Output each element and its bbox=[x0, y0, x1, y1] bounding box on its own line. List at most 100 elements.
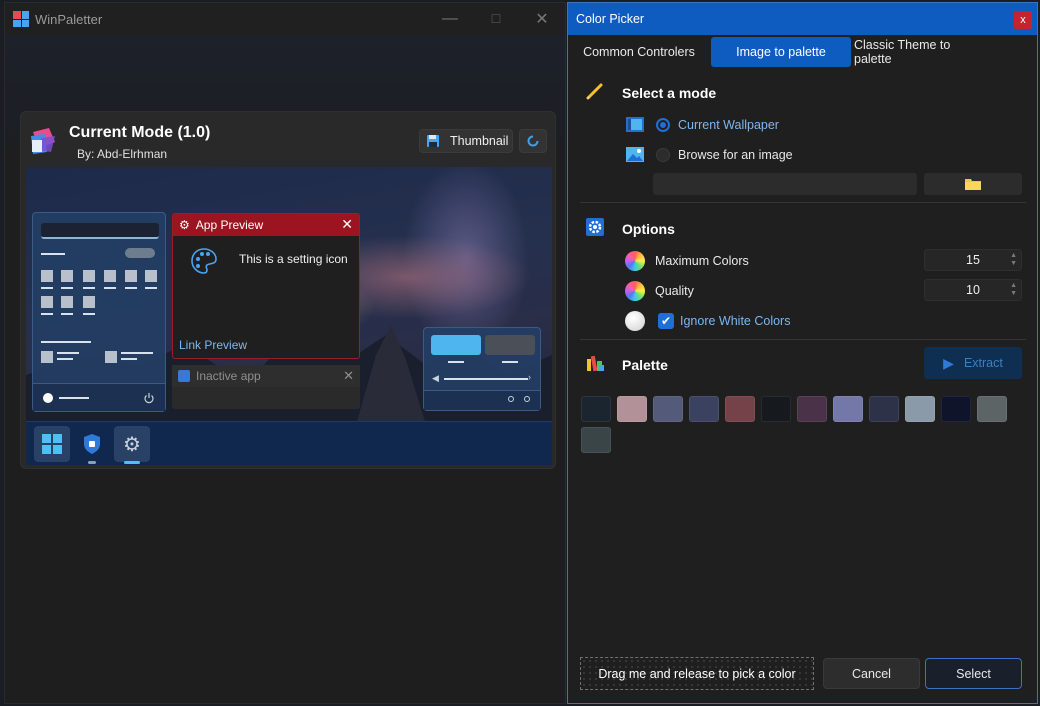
extract-label: Extract bbox=[963, 356, 1003, 370]
palette-swatch[interactable] bbox=[617, 396, 647, 422]
browse-folder-button[interactable] bbox=[924, 173, 1022, 195]
palette-swatch[interactable] bbox=[797, 396, 827, 422]
theme-header: Current Mode (1.0) By: Abd-Elrhman Thumb… bbox=[21, 112, 555, 166]
max-colors-label: Maximum Colors bbox=[655, 254, 749, 268]
start-pinned-line bbox=[41, 253, 65, 255]
quality-stepper[interactable]: 10 ▲ ▼ bbox=[924, 279, 1022, 301]
theme-title: Current Mode (1.0) bbox=[69, 124, 211, 141]
quick-toggle-label bbox=[502, 361, 518, 363]
app-preview-title: App Preview bbox=[195, 218, 264, 232]
palette-swatch[interactable] bbox=[653, 396, 683, 422]
main-window: WinPaletter — ☐ ✕ Current Mode (1.0) By:… bbox=[4, 2, 566, 704]
thumbnail-button[interactable]: Thumbnail bbox=[419, 129, 513, 153]
ignore-white-label: Ignore White Colors bbox=[680, 314, 791, 328]
link-preview: Link Preview bbox=[179, 338, 248, 352]
palette-swatch[interactable] bbox=[869, 396, 899, 422]
palette-swatch[interactable] bbox=[689, 396, 719, 422]
pencil-icon bbox=[586, 83, 603, 100]
image-path-input[interactable] bbox=[653, 173, 917, 195]
radio-browse-image-label: Browse for an image bbox=[678, 148, 793, 162]
cancel-button[interactable]: Cancel bbox=[823, 658, 920, 689]
thumbnail-label: Thumbnail bbox=[450, 134, 509, 148]
ignore-white-checkbox[interactable]: ✔ Ignore White Colors bbox=[658, 313, 790, 329]
start-tile-label bbox=[41, 313, 53, 315]
checkmark-icon[interactable]: ✔ bbox=[658, 313, 674, 329]
user-avatar bbox=[43, 393, 53, 403]
theme-logo-icon bbox=[31, 128, 55, 154]
palette-swatch[interactable] bbox=[977, 396, 1007, 422]
palette-swatch[interactable] bbox=[833, 396, 863, 422]
refresh-icon bbox=[527, 135, 539, 147]
start-tile-label bbox=[61, 313, 73, 315]
options-gear-icon bbox=[586, 218, 604, 236]
tab-classic-theme-to-palette[interactable]: Classic Theme to palette bbox=[854, 37, 986, 67]
app-preview-close-icon: ✕ bbox=[341, 216, 353, 232]
palette-swatch[interactable] bbox=[581, 396, 611, 422]
quick-footer bbox=[424, 390, 540, 410]
start-all-apps-pill bbox=[125, 248, 155, 258]
radio-browse-image[interactable]: Browse for an image bbox=[656, 148, 793, 162]
select-mode-heading: Select a mode bbox=[622, 85, 717, 101]
color-picker-title: Color Picker bbox=[576, 12, 645, 26]
color-drag-picker[interactable]: Drag me and release to pick a color bbox=[580, 657, 814, 690]
app-window-icon bbox=[178, 370, 190, 382]
palette-swatch[interactable] bbox=[905, 396, 935, 422]
radio-current-wallpaper[interactable]: Current Wallpaper bbox=[656, 118, 779, 132]
minimize-button[interactable]: — bbox=[427, 3, 473, 35]
start-menu-preview bbox=[32, 212, 166, 412]
defender-taskbar-icon bbox=[74, 426, 110, 464]
palette-swatch[interactable] bbox=[761, 396, 791, 422]
palette-swatch[interactable] bbox=[725, 396, 755, 422]
quick-toggle-active bbox=[431, 335, 481, 355]
start-tile-label bbox=[145, 287, 157, 289]
start-tile bbox=[104, 270, 116, 282]
start-tile-label bbox=[125, 287, 137, 289]
start-tile bbox=[41, 296, 53, 308]
radio-current-wallpaper-dot[interactable] bbox=[656, 118, 670, 132]
max-colors-value: 15 bbox=[966, 253, 980, 267]
max-colors-stepper[interactable]: 15 ▲ ▼ bbox=[924, 249, 1022, 271]
section-divider bbox=[580, 339, 1026, 340]
tab-common-controlers[interactable]: Common Controlers bbox=[574, 37, 704, 67]
gear-icon: ⚙ bbox=[123, 433, 141, 456]
app-preview-window: ⚙ App Preview ✕ This is a setting icon L… bbox=[172, 213, 360, 359]
tab-image-to-palette[interactable]: Image to palette bbox=[711, 37, 851, 67]
app-preview-titlebar: ⚙ App Preview ✕ bbox=[173, 214, 359, 236]
image-icon bbox=[626, 147, 644, 162]
settings-dot-icon bbox=[524, 396, 530, 402]
start-tile-label bbox=[104, 287, 116, 289]
radio-browse-image-dot[interactable] bbox=[656, 148, 670, 162]
winpaletter-app-icon bbox=[13, 11, 29, 27]
taskbar-preview: ⚙ bbox=[26, 421, 552, 465]
chevron-right-icon: › bbox=[528, 372, 531, 382]
palette-swatch[interactable] bbox=[941, 396, 971, 422]
stepper-arrows-icon[interactable]: ▲ ▼ bbox=[1010, 252, 1017, 268]
section-divider bbox=[580, 202, 1026, 203]
start-recent-item bbox=[105, 351, 117, 363]
start-recent-label bbox=[121, 352, 153, 354]
play-icon: ▶ bbox=[943, 354, 954, 371]
inactive-app-close-icon: ✕ bbox=[343, 368, 354, 383]
quick-settings-preview: ◀ › bbox=[423, 327, 541, 411]
color-picker-close-button[interactable]: x bbox=[1014, 11, 1032, 29]
refresh-button[interactable] bbox=[519, 129, 547, 153]
taskbar-active-indicator bbox=[124, 461, 140, 464]
inactive-app-title: Inactive app bbox=[196, 369, 261, 383]
taskbar-running-indicator bbox=[88, 461, 96, 464]
radio-current-wallpaper-label: Current Wallpaper bbox=[678, 118, 779, 132]
inactive-app-titlebar: Inactive app ✕ bbox=[172, 365, 360, 387]
tab-strip: Common Controlers Image to palette Class… bbox=[568, 37, 1037, 69]
extract-button[interactable]: ▶ Extract bbox=[924, 347, 1022, 379]
stepper-arrows-icon[interactable]: ▲ ▼ bbox=[1010, 282, 1017, 298]
user-name-line bbox=[59, 397, 89, 399]
select-button[interactable]: Select bbox=[925, 658, 1022, 689]
palette-swatch[interactable] bbox=[581, 427, 611, 453]
gear-icon: ⚙ bbox=[179, 218, 190, 232]
start-tile-label bbox=[83, 287, 95, 289]
maximize-button[interactable]: ☐ bbox=[473, 3, 519, 35]
palette-icon bbox=[587, 355, 604, 372]
quick-toggle-inactive bbox=[485, 335, 535, 355]
close-button[interactable]: ✕ bbox=[519, 3, 565, 35]
wallpaper-icon bbox=[626, 117, 644, 132]
volume-icon: ◀ bbox=[432, 373, 439, 383]
